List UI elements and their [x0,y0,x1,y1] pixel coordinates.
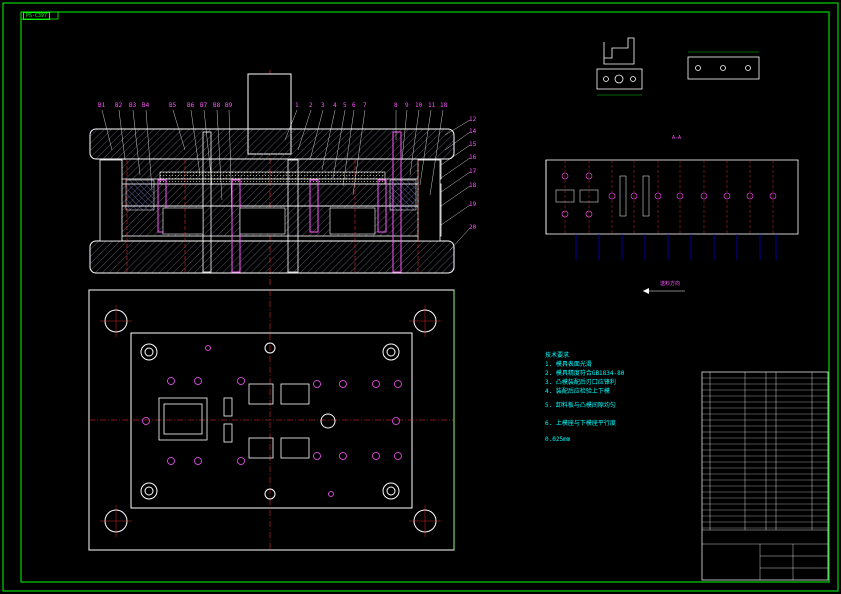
label-9: 9 [405,102,409,109]
note-tolerance: 0.025mm [545,436,571,443]
plan-view [88,289,455,551]
drawing-code: PS-C397 [23,12,51,20]
label-5: 5 [343,102,347,109]
note-5: 5. 卸料板与凸模间隙均匀 [545,402,616,409]
label-b8: B8 [213,102,221,109]
label-1: 1 [295,102,299,109]
note-2: 2. 模具精度符合GB1834-80 [545,370,625,377]
strip-layout [545,159,799,294]
label-20: 20 [469,224,477,231]
label-b5: B5 [169,102,177,109]
label-6: 6 [352,102,356,109]
label-3: 3 [321,102,325,109]
label-b1: B1 [98,102,106,109]
lower-die-base [89,240,455,274]
label-19: 19 [469,201,477,208]
label-12: 12 [469,116,477,123]
label-b4: B4 [142,102,150,109]
label-16: 16 [469,154,477,161]
label-2: 2 [309,102,313,109]
direction-label: 送料方向 [660,281,681,287]
label-14: 14 [469,128,477,135]
label-4: 4 [333,102,337,109]
note-6: 6. 上模座与下模座平行度 [545,420,616,427]
label-11: 11 [428,102,436,109]
label-18: 18 [469,182,477,189]
label-7: 7 [363,102,367,109]
inner-frame [20,11,830,583]
upper-die-base [89,128,455,160]
part-views [596,37,760,90]
die-plate-outline [130,332,413,509]
note-1: 1. 模具表面光滑 [545,361,592,368]
section-mark: A-A [672,135,682,141]
parts-list [701,371,829,581]
notes-heading: 技术要求 [545,352,570,359]
label-8: 8 [394,102,398,109]
note-3: 3. 凸模装配后刃口应锋利 [545,379,616,386]
label-b7: B7 [200,102,208,109]
label-10: 10 [415,102,423,109]
outer-frame [2,2,839,592]
drawing-sheet [2,2,839,592]
note-4: 4. 装配后应检验上下模 [545,388,610,395]
label-b9: B9 [225,102,233,109]
label-18-top: 18 [440,102,448,109]
label-b3: B3 [129,102,137,109]
label-17: 17 [469,168,477,175]
label-b2: B2 [115,102,123,109]
label-b6: B6 [187,102,195,109]
label-15: 15 [469,141,477,148]
